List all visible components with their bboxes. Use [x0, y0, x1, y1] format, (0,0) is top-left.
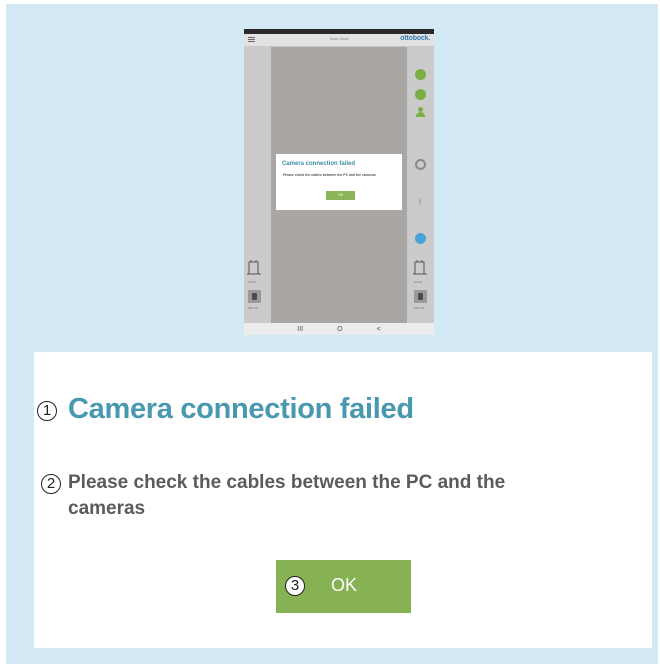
right-setup-label: SETUP	[414, 306, 425, 310]
tablet-screenshot: Scan View ottobock. SCAN SETUP ᛒ SCAN SE…	[244, 29, 434, 335]
android-nav-bar: III O <	[244, 323, 434, 335]
left-mode-toggle[interactable]	[248, 290, 261, 303]
scan-device-icon[interactable]	[246, 259, 262, 277]
tablet-error-dialog: Camera connection failed Please check th…	[276, 154, 402, 210]
documentation-frame: Scan View ottobock. SCAN SETUP ᛒ SCAN SE…	[6, 4, 658, 664]
right-mode-toggle[interactable]	[414, 290, 427, 303]
camera-capture-icon[interactable]	[415, 159, 426, 170]
zoomed-error-dialog: 1 Camera connection failed 2 Please chec…	[34, 352, 652, 648]
left-setup-label: SETUP	[248, 306, 259, 310]
hide-view-icon[interactable]	[415, 89, 426, 100]
left-sidebar: SCAN SETUP	[244, 47, 271, 323]
right-scan-label: SCAN	[414, 280, 423, 284]
tablet-ok-button[interactable]: OK	[326, 191, 355, 200]
dialog-title: Camera connection failed	[68, 393, 414, 425]
callout-marker: 2	[41, 474, 61, 494]
info-icon[interactable]	[415, 233, 426, 244]
callout-marker: 1	[37, 401, 57, 421]
brand-logo: ottobock.	[400, 35, 430, 42]
recent-apps-icon[interactable]: III	[297, 326, 303, 333]
bluetooth-icon[interactable]: ᛒ	[415, 197, 426, 208]
right-scan-device-icon[interactable]	[412, 259, 428, 277]
tablet-dialog-message: Please check the cables between the PC a…	[283, 173, 376, 177]
left-scan-label: SCAN	[248, 280, 257, 284]
dialog-message: Please check the cables between the PC a…	[68, 472, 506, 519]
ok-button-label: OK	[331, 575, 358, 595]
tablet-dialog-title: Camera connection failed	[282, 161, 356, 167]
right-sidebar: ᛒ SCAN SETUP	[407, 47, 434, 323]
app-bar: Scan View ottobock.	[244, 34, 434, 47]
view-icon[interactable]	[415, 69, 426, 80]
ok-button[interactable]: 3 OK	[276, 560, 411, 613]
back-icon[interactable]: <	[377, 326, 381, 333]
home-icon[interactable]: O	[337, 326, 342, 333]
person-icon[interactable]	[415, 107, 426, 118]
callout-marker: 3	[285, 576, 305, 596]
